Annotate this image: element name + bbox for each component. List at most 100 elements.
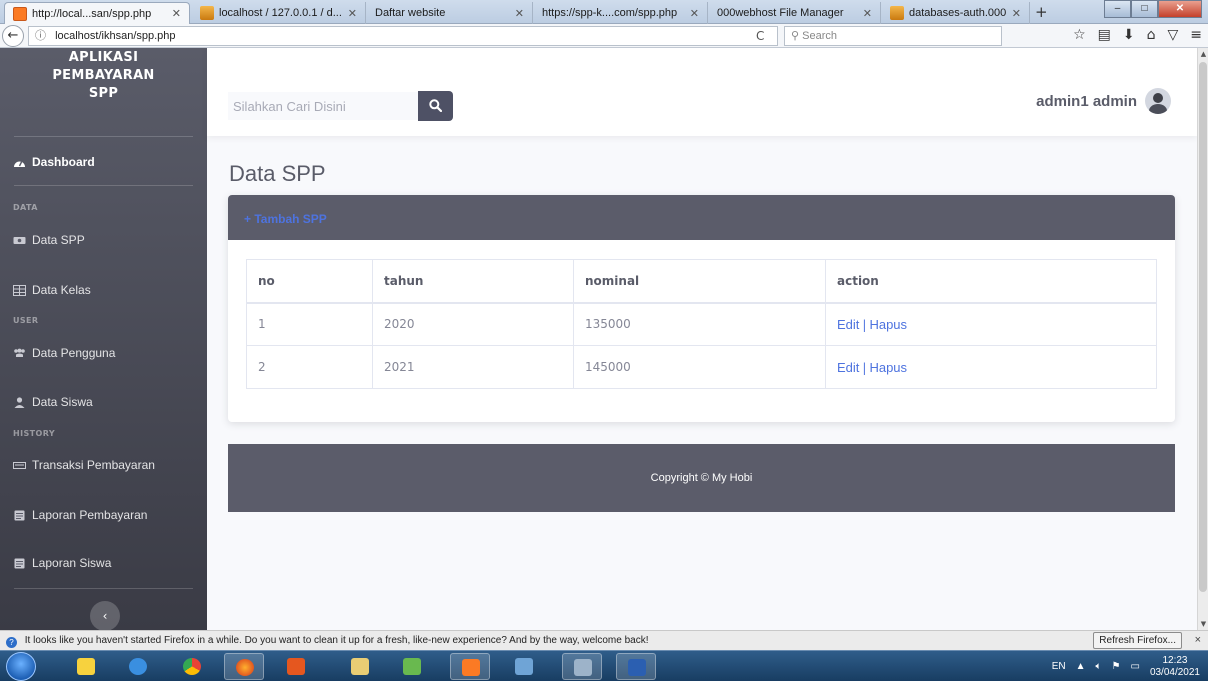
sidebar-divider bbox=[14, 588, 193, 589]
word-icon bbox=[628, 659, 646, 676]
language-indicator[interactable]: EN bbox=[1052, 661, 1066, 672]
office-icon bbox=[287, 658, 305, 675]
browser-tab-spp-remote[interactable]: https://spp-k....com/spp.php ✕ bbox=[534, 2, 708, 24]
users-icon bbox=[13, 348, 26, 359]
browser-tab-file-manager[interactable]: 000webhost File Manager ✕ bbox=[709, 2, 881, 24]
action-center-flag-icon[interactable]: ⚑ bbox=[1112, 661, 1121, 672]
edit-link[interactable]: Edit bbox=[837, 360, 859, 375]
browser-tab-daftar-website[interactable]: Daftar website ✕ bbox=[367, 2, 533, 24]
user-icon bbox=[13, 396, 26, 408]
volume-icon[interactable]: 🔈︎ bbox=[1096, 661, 1102, 672]
app-viewport: APLIKASI PEMBAYARAN SPP Dashboard DATA D… bbox=[0, 48, 1208, 630]
taskbar-internet-explorer[interactable] bbox=[118, 653, 158, 680]
sidebar-item-data-spp[interactable]: Data SPP bbox=[13, 233, 85, 247]
tab-close-icon[interactable]: ✕ bbox=[690, 7, 699, 20]
browser-tab-spp[interactable]: http://local...san/spp.php ✕ bbox=[4, 2, 190, 24]
windows-start-button[interactable] bbox=[6, 652, 36, 681]
cell-action: Edit | Hapus bbox=[825, 345, 1157, 389]
info-icon[interactable]: ⓘ bbox=[35, 30, 46, 42]
taskbar-firefox[interactable] bbox=[224, 653, 264, 680]
tray-expand-icon[interactable]: ▲ bbox=[1076, 661, 1086, 672]
reload-icon[interactable]: C bbox=[756, 29, 764, 43]
search-button[interactable] bbox=[418, 91, 453, 121]
firefox-notification-bar: ? It looks like you haven't started Fire… bbox=[0, 630, 1208, 650]
tab-label: 000webhost File Manager bbox=[717, 7, 844, 19]
back-arrow-icon[interactable]: ← bbox=[2, 25, 24, 47]
search-input[interactable] bbox=[228, 92, 418, 120]
sidebar-item-label: Transaksi Pembayaran bbox=[32, 458, 155, 472]
home-icon[interactable]: ⌂ bbox=[1147, 27, 1156, 43]
tab-close-icon[interactable]: ✕ bbox=[863, 7, 872, 20]
bookmark-star-icon[interactable]: ☆ bbox=[1073, 27, 1086, 43]
spp-card: + Tambah SPP no tahun nominal action 1 2… bbox=[228, 195, 1175, 422]
clock-date: 03/04/2021 bbox=[1149, 666, 1200, 678]
new-tab-button[interactable]: + bbox=[1035, 3, 1048, 21]
scroll-up-icon[interactable]: ▲ bbox=[1199, 48, 1208, 60]
taskbar-app[interactable] bbox=[392, 653, 432, 680]
browser-tab-phpmyadmin[interactable]: localhost / 127.0.0.1 / d... ✕ bbox=[192, 2, 366, 24]
tab-close-icon[interactable]: ✕ bbox=[348, 7, 357, 20]
download-icon[interactable]: ⬇ bbox=[1123, 27, 1135, 43]
sidebar-heading-history: HISTORY bbox=[13, 429, 56, 438]
sidebar-item-data-pengguna[interactable]: Data Pengguna bbox=[13, 346, 115, 360]
tab-label: http://local...san/spp.php bbox=[32, 7, 152, 20]
money-check-icon bbox=[13, 460, 26, 471]
clock[interactable]: 12:23 03/04/2021 bbox=[1150, 655, 1200, 679]
taskbar-calculator[interactable] bbox=[562, 653, 602, 680]
tab-close-icon[interactable]: ✕ bbox=[1012, 7, 1021, 20]
taskbar-chrome[interactable] bbox=[172, 653, 212, 680]
taskbar-app-2[interactable] bbox=[504, 653, 544, 680]
scrollbar-thumb[interactable] bbox=[1199, 62, 1207, 592]
network-icon[interactable]: ▭ bbox=[1130, 661, 1139, 672]
taskbar-explorer[interactable] bbox=[340, 653, 380, 680]
chrome-icon bbox=[183, 658, 201, 675]
sidebar-item-data-siswa[interactable]: Data Siswa bbox=[13, 395, 93, 409]
hapus-link[interactable]: Hapus bbox=[869, 360, 907, 375]
browser-tab-bar: http://local...san/spp.php ✕ localhost /… bbox=[0, 0, 1208, 24]
page-scrollbar[interactable]: ▲ ▼ bbox=[1197, 48, 1208, 630]
brand-line: SPP bbox=[88, 86, 119, 101]
phpmyadmin-favicon-icon bbox=[200, 6, 214, 20]
hapus-link[interactable]: Hapus bbox=[869, 317, 907, 332]
sidebar-item-transaksi[interactable]: Transaksi Pembayaran bbox=[13, 458, 155, 472]
menu-icon[interactable]: ≡ bbox=[1190, 27, 1202, 43]
column-header-action: action bbox=[825, 259, 1157, 304]
report-icon bbox=[13, 558, 26, 569]
taskbar-xampp[interactable] bbox=[450, 653, 490, 680]
url-bar[interactable]: ⓘ localhost/ikhsan/spp.php bbox=[28, 26, 778, 46]
cell-tahun: 2021 bbox=[372, 345, 574, 389]
notification-close-icon[interactable]: × bbox=[1195, 631, 1201, 650]
sidebar-item-dashboard[interactable]: Dashboard bbox=[13, 155, 95, 169]
sidebar-item-data-kelas[interactable]: Data Kelas bbox=[13, 283, 91, 297]
maximize-button[interactable]: □ bbox=[1131, 0, 1158, 18]
scroll-down-icon[interactable]: ▼ bbox=[1199, 618, 1208, 630]
url-text: localhost/ikhsan/spp.php bbox=[55, 30, 176, 42]
user-menu[interactable]: admin1 admin bbox=[1036, 88, 1171, 114]
sidebar-brand[interactable]: APLIKASI PEMBAYARAN SPP bbox=[0, 49, 207, 103]
bookmarks-list-icon[interactable]: ▤ bbox=[1098, 27, 1111, 43]
browser-search-field[interactable]: ⚲ Search bbox=[784, 26, 1002, 46]
sidebar-item-laporan-pembayaran[interactable]: Laporan Pembayaran bbox=[13, 508, 147, 522]
sidebar-toggle-button[interactable]: ‹ bbox=[90, 601, 120, 630]
browser-tab-databases[interactable]: databases-auth.000web... ✕ bbox=[882, 2, 1030, 24]
taskbar-sticky-notes[interactable] bbox=[66, 653, 106, 680]
pocket-icon[interactable]: ▽ bbox=[1167, 27, 1178, 43]
cell-action: Edit | Hapus bbox=[825, 302, 1157, 346]
add-spp-button[interactable]: + Tambah SPP bbox=[244, 212, 327, 226]
cell-tahun: 2020 bbox=[372, 302, 574, 346]
tab-close-icon[interactable]: ✕ bbox=[172, 7, 181, 20]
minimize-button[interactable]: – bbox=[1104, 0, 1131, 18]
sidebar-item-laporan-siswa[interactable]: Laporan Siswa bbox=[13, 556, 111, 570]
sidebar-item-label: Laporan Pembayaran bbox=[32, 508, 148, 522]
tab-close-icon[interactable]: ✕ bbox=[515, 7, 524, 20]
taskbar-word[interactable] bbox=[616, 653, 656, 680]
toolbar-icons: ☆ ▤ ⬇ ⌂ ▽ ≡ bbox=[1073, 27, 1202, 43]
clock-time: 12:23 bbox=[1162, 654, 1188, 666]
tab-label: https://spp-k....com/spp.php bbox=[542, 7, 678, 19]
taskbar-office[interactable] bbox=[276, 653, 316, 680]
close-window-button[interactable]: ✕ bbox=[1158, 0, 1202, 18]
column-header-nominal: nominal bbox=[573, 259, 826, 304]
refresh-firefox-button[interactable]: Refresh Firefox... bbox=[1093, 632, 1182, 649]
sidebar-item-label: Data SPP bbox=[32, 233, 85, 247]
edit-link[interactable]: Edit bbox=[837, 317, 859, 332]
